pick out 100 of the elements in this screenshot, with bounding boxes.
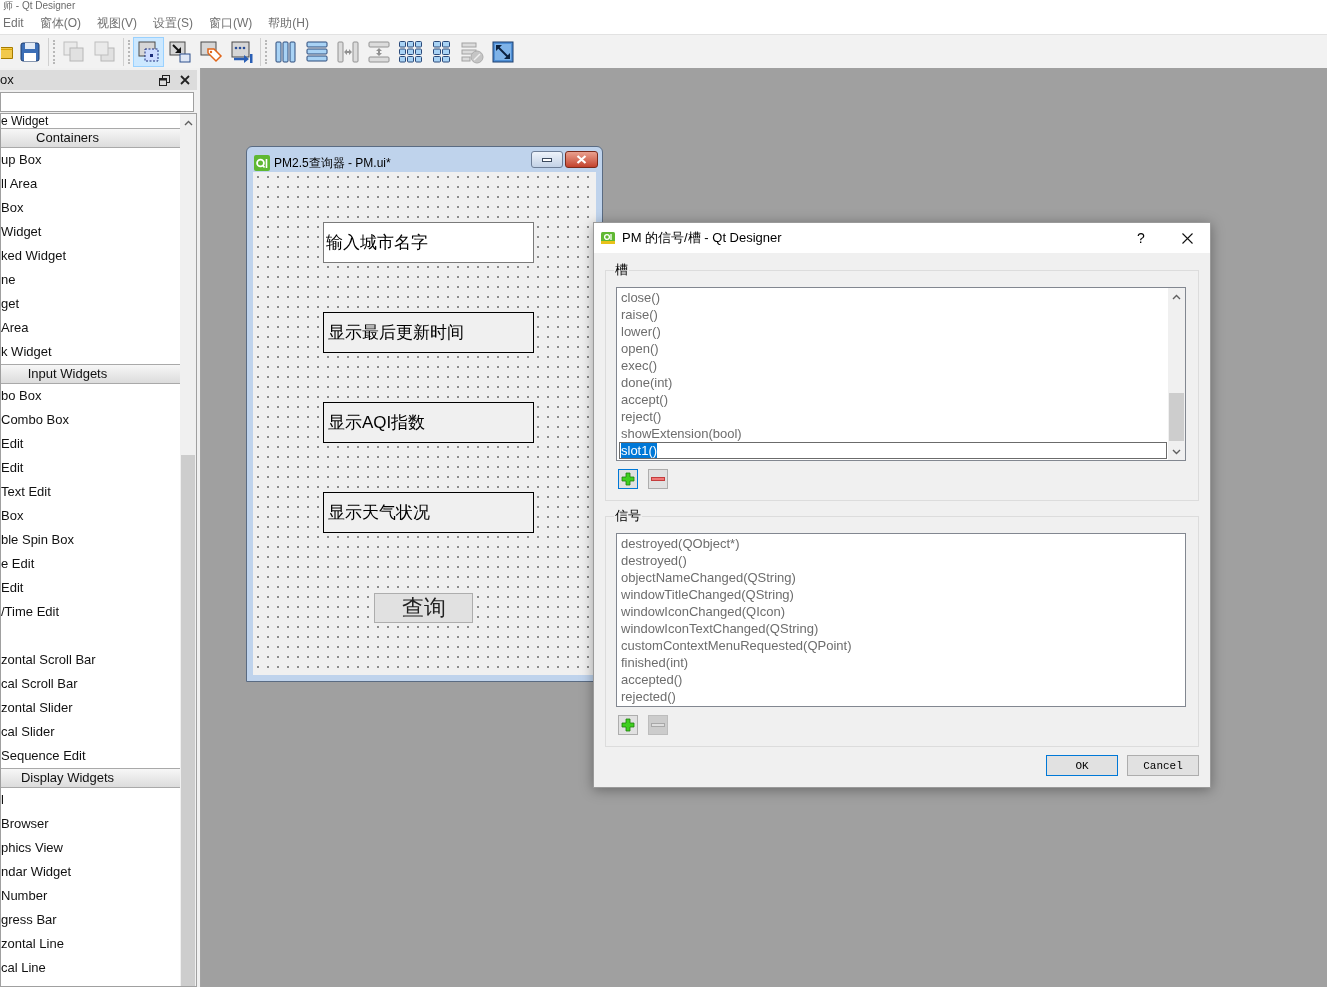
dialog-button[interactable]: Cancel — [1127, 755, 1199, 776]
list-item[interactable]: open() — [621, 341, 659, 356]
minimize-button[interactable] — [531, 151, 563, 168]
scrollbar-thumb — [1169, 393, 1184, 441]
plus-icon — [621, 472, 635, 486]
close-icon — [1181, 232, 1193, 244]
list-item[interactable]: exec() — [621, 358, 658, 373]
help-button[interactable]: ? — [1118, 223, 1164, 253]
list-item[interactable]: reject() — [621, 409, 662, 424]
widget-item[interactable]: bo Box — [1, 388, 42, 404]
widget-item[interactable]: zontal Line — [1, 936, 64, 952]
line-edit[interactable]: 输入城市名字 — [323, 222, 534, 263]
list-item[interactable]: windowTitleChanged(QString) — [621, 587, 794, 602]
add-button[interactable] — [618, 715, 638, 735]
menu-item[interactable]: 窗体(O) — [39, 15, 81, 31]
close-icon — [180, 75, 190, 85]
menu-item[interactable]: 视图(V) — [97, 15, 137, 31]
dialog-button[interactable]: OK — [1046, 755, 1118, 776]
menu-item[interactable]: 设置(S) — [153, 15, 193, 31]
widget-item[interactable]: /Time Edit — [1, 604, 60, 620]
app-logo-icon — [601, 232, 615, 244]
widget-item[interactable]: cal Scroll Bar — [1, 676, 78, 692]
remove-button[interactable] — [648, 469, 668, 489]
widget-item[interactable]: l — [1, 792, 4, 808]
list-item[interactable]: destroyed() — [621, 553, 687, 568]
widget-item[interactable]: Sequence Edit — [1, 748, 86, 764]
text-label: 显示最后更新时间 — [323, 312, 534, 353]
text-label: 显示天气状况 — [323, 492, 534, 533]
push-button[interactable]: 查询 — [374, 593, 473, 623]
scroll-up-icon — [183, 119, 193, 126]
widget-item[interactable]: Browser — [1, 816, 49, 832]
widget-item[interactable]: up Box — [1, 152, 42, 168]
widget-item[interactable]: ked Widget — [1, 248, 67, 264]
widget-item[interactable]: e Edit — [1, 556, 35, 572]
widget-item[interactable]: phics View — [1, 840, 63, 856]
menu-item[interactable]: 窗口(W) — [209, 15, 253, 31]
widget-item[interactable]: Widget — [1, 224, 42, 240]
list-item[interactable]: lower() — [621, 324, 661, 339]
window-title: PM2.5查询器 - PM.ui* — [274, 154, 391, 171]
widget-item[interactable]: Edit — [1, 460, 24, 476]
widget-item[interactable]: cal Slider — [1, 724, 55, 740]
widget-item[interactable]: zontal Scroll Bar — [1, 652, 96, 668]
overlapping-windows-icon — [159, 74, 170, 86]
group-title: 信号 — [614, 507, 642, 525]
widget-item[interactable]: ne — [1, 272, 16, 288]
list-item[interactable]: rejected() — [621, 689, 676, 704]
float-button[interactable] — [158, 73, 171, 87]
widget-item[interactable]: k Widget — [1, 344, 52, 360]
widget-item[interactable]: gress Bar — [1, 912, 57, 928]
widget-item[interactable]: e Widget — [1, 114, 49, 128]
scroll-up-icon — [1172, 293, 1181, 300]
widget-item[interactable]: ndar Widget — [1, 864, 72, 880]
widget-item[interactable]: Box — [1, 200, 24, 216]
widget-item[interactable]: ble Spin Box — [1, 532, 74, 548]
category-header[interactable]: Display Widgets — [1, 768, 180, 788]
category-header[interactable]: Containers — [1, 128, 180, 148]
list-item[interactable]: windowIconTextChanged(QString) — [621, 621, 819, 636]
dialog-title: PM 的信号/槽 - Qt Designer — [622, 230, 782, 246]
minimize-icon — [542, 157, 552, 162]
list-item[interactable]: customContextMenuRequested(QPoint) — [621, 638, 852, 653]
dock-title: ox — [0, 72, 14, 88]
filter-field[interactable] — [0, 92, 194, 112]
plus-icon — [621, 718, 635, 732]
menu-item[interactable]: Edit — [3, 15, 24, 31]
widget-item[interactable]: Text Edit — [1, 484, 51, 500]
widget-item[interactable]: get — [1, 296, 20, 312]
minus-icon — [651, 477, 665, 481]
widget-item[interactable]: zontal Slider — [1, 700, 73, 716]
list-item[interactable]: accepted() — [621, 672, 683, 687]
list-item[interactable]: showExtension(bool) — [621, 426, 742, 441]
selected-item-text: slot1() — [621, 443, 658, 458]
list-item[interactable]: destroyed(QObject*) — [621, 536, 740, 551]
text-label: 显示AQI指数 — [323, 402, 534, 443]
widget-item[interactable]: cal Line — [1, 960, 46, 976]
list-item[interactable]: close() — [621, 290, 660, 305]
menu-item[interactable]: 帮助(H) — [268, 15, 309, 31]
category-header[interactable]: Input Widgets — [1, 364, 180, 384]
close-button[interactable] — [179, 74, 191, 86]
item-edit-field[interactable]: slot1() — [619, 442, 1167, 459]
close-button[interactable] — [565, 151, 598, 168]
list-item[interactable]: finished(int) — [621, 655, 689, 670]
window-title: 师 - Qt Designer — [3, 0, 76, 12]
list-item[interactable]: objectNameChanged(QString) — [621, 570, 796, 585]
list-item[interactable]: raise() — [621, 307, 658, 322]
list-item[interactable]: accept() — [621, 392, 668, 407]
list-item[interactable]: windowIconChanged(QIcon) — [621, 604, 786, 619]
widget-item[interactable]: Combo Box — [1, 412, 69, 428]
widget-item[interactable]: Edit — [1, 436, 24, 452]
widget-item[interactable]: Area — [1, 320, 29, 336]
list-item[interactable]: done(int) — [621, 375, 673, 390]
widget-item[interactable]: ll Area — [1, 176, 38, 192]
group-title: 槽 — [614, 261, 629, 279]
minus-icon — [651, 723, 665, 727]
add-button[interactable] — [618, 469, 638, 489]
app-logo-icon — [254, 154, 270, 171]
widget-item[interactable]: Number — [1, 888, 48, 904]
widget-item[interactable]: Box — [1, 508, 24, 524]
scroll-down-icon — [1172, 448, 1181, 455]
widget-item[interactable]: Edit — [1, 580, 24, 596]
close-icon — [576, 155, 587, 164]
